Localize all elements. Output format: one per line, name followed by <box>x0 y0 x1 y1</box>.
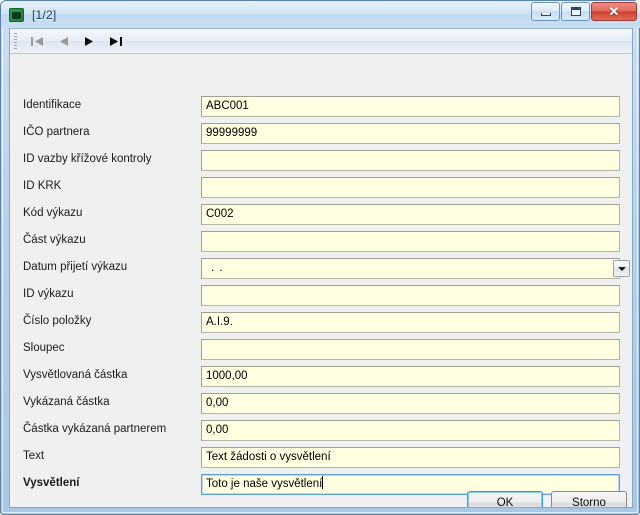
navigation-toolbar <box>10 29 632 54</box>
form-row-vysvetlovana-castka: Vysvětlovaná částka 1000,00 <box>10 366 632 387</box>
close-icon: ✕ <box>608 4 620 19</box>
input-vykazana-castka[interactable]: 0,00 <box>201 393 620 414</box>
next-record-icon <box>84 36 93 46</box>
label-datum-prijeti-vykazu: Datum přijetí výkazu <box>23 261 128 273</box>
label-sloupec: Sloupec <box>23 342 65 354</box>
label-id-vykazu: ID výkazu <box>23 288 74 300</box>
label-id-krk: ID KRK <box>23 180 62 192</box>
toolbar-grip[interactable] <box>14 32 17 50</box>
form-row-identifikace: Identifikace ABC001 <box>10 96 632 117</box>
record-form: Identifikace ABC001 IČO partnera 9999999… <box>10 54 632 507</box>
text-caret <box>322 476 324 489</box>
input-id-vykazu[interactable] <box>201 285 620 306</box>
input-castka-vykazana-partnerem[interactable]: 0,00 <box>201 420 620 441</box>
label-text: Text <box>23 450 45 462</box>
label-vykazana-castka: Vykázaná částka <box>23 396 110 408</box>
cancel-button[interactable]: Storno <box>551 491 627 507</box>
maximize-icon <box>570 7 581 16</box>
input-id-vazby-krizove-kontroly[interactable] <box>201 150 620 171</box>
label-kod-vykazu: Kód výkazu <box>23 207 83 219</box>
form-row-ico-partnera: IČO partnera 99999999 <box>10 123 632 144</box>
label-vysvetlovana-castka: Vysvětlovaná částka <box>23 369 128 381</box>
form-row-sloupec: Sloupec <box>10 339 632 360</box>
input-identifikace[interactable]: ABC001 <box>201 96 620 117</box>
input-sloupec[interactable] <box>201 339 620 360</box>
form-row-cast-vykazu: Část výkazu <box>10 231 632 252</box>
first-record-icon <box>30 36 43 46</box>
ok-button[interactable]: OK <box>467 491 543 507</box>
label-vysvetleni: Vysvětlení <box>23 477 80 489</box>
input-vysvetlovana-castka[interactable]: 1000,00 <box>201 366 620 387</box>
input-cast-vykazu[interactable] <box>201 231 620 252</box>
first-record-button[interactable] <box>24 31 50 52</box>
window-controls: ✕ <box>531 2 637 21</box>
form-row-vykazana-castka: Vykázaná částka 0,00 <box>10 393 632 414</box>
input-text[interactable]: Text žádosti o vysvětlení <box>201 447 620 468</box>
form-row-cislo-polozky: Číslo položky A.I.9. <box>10 312 632 333</box>
input-ico-partnera[interactable]: 99999999 <box>201 123 620 144</box>
last-record-icon <box>109 36 122 46</box>
maximize-button[interactable] <box>561 2 590 21</box>
label-id-vazby-krizove-kontroly: ID vazby křížové kontroly <box>23 153 152 165</box>
next-record-button[interactable] <box>76 31 102 52</box>
form-row-id-krk: ID KRK <box>10 177 632 198</box>
form-row-id-vazby: ID vazby křížové kontroly <box>10 150 632 171</box>
previous-record-button[interactable] <box>50 31 76 52</box>
form-row-text: Text Text žádosti o vysvětlení <box>10 447 632 468</box>
window-title: [1/2] <box>32 7 57 22</box>
client-area: Identifikace ABC001 IČO partnera 9999999… <box>9 28 633 508</box>
title-bar[interactable]: [1/2] ✕ <box>1 1 640 28</box>
application-window: [1/2] ✕ Identifikace ABC001 IČO partnera… <box>0 0 640 515</box>
date-dropdown-button[interactable] <box>613 260 630 277</box>
label-identifikace: Identifikace <box>23 99 82 111</box>
label-cislo-polozky: Číslo položky <box>23 315 92 327</box>
label-ico-partnera: IČO partnera <box>23 126 90 138</box>
form-row-castka-vykazana-partnerem: Částka vykázaná partnerem 0,00 <box>10 420 632 441</box>
input-cislo-polozky[interactable]: A.I.9. <box>201 312 620 333</box>
form-row-id-vykazu: ID výkazu <box>10 285 632 306</box>
chevron-down-icon <box>617 266 626 271</box>
last-record-button[interactable] <box>102 31 128 52</box>
app-icon <box>9 7 25 23</box>
input-id-krk[interactable] <box>201 177 620 198</box>
label-cast-vykazu: Část výkazu <box>23 234 86 246</box>
minimize-icon <box>540 12 551 16</box>
input-vysvetleni-value: Toto je naše vysvětlení <box>206 478 323 490</box>
minimize-button[interactable] <box>531 2 560 21</box>
form-row-datum-prijeti-vykazu: Datum přijetí výkazu . . <box>10 258 632 279</box>
input-kod-vykazu[interactable]: C002 <box>201 204 620 225</box>
label-castka-vykazana-partnerem: Částka vykázaná partnerem <box>23 423 167 435</box>
input-datum-prijeti-vykazu[interactable]: . . <box>201 258 620 279</box>
form-row-kod-vykazu: Kód výkazu C002 <box>10 204 632 225</box>
previous-record-icon <box>59 36 68 46</box>
dialog-button-bar: OK Storno <box>10 491 632 507</box>
close-button[interactable]: ✕ <box>591 2 637 21</box>
